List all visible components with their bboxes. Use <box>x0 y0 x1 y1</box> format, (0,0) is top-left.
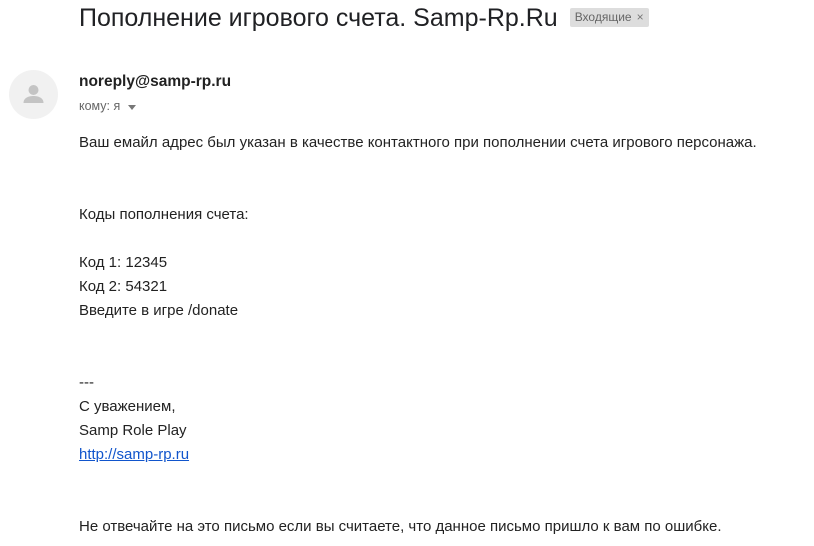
details-dropdown-icon[interactable] <box>128 104 137 110</box>
body-code-1: Код 1: 12345 <box>79 254 168 271</box>
body-separator: --- <box>79 374 94 391</box>
recipient-line: кому: я <box>79 99 137 113</box>
sender-avatar <box>9 70 58 119</box>
person-icon <box>23 85 44 103</box>
body-code-2: Код 2: 54321 <box>79 278 168 295</box>
recipient-text: кому: я <box>79 99 121 113</box>
inbox-label-text: Входящие <box>574 10 632 24</box>
remove-label-icon[interactable]: × <box>637 10 644 24</box>
body-signature: Samp Role Play <box>79 422 187 439</box>
body-instruction: Введите в игре /donate <box>79 302 239 319</box>
body-regards: С уважением, <box>79 398 176 415</box>
body-link-row: http://samp-rp.ru <box>79 445 189 465</box>
email-view: Пополнение игрового счета. Samp-Rp.Ru Вх… <box>0 0 814 546</box>
subject-row: Пополнение игрового счета. Samp-Rp.Ru Вх… <box>79 2 649 34</box>
body-footer: Не отвечайте на это письмо если вы счита… <box>79 518 722 535</box>
body-intro: Ваш емайл адрес был указан в качестве ко… <box>79 134 757 151</box>
sender-address[interactable]: noreply@samp-rp.ru <box>79 73 231 91</box>
email-subject: Пополнение игрового счета. Samp-Rp.Ru <box>79 4 558 32</box>
website-link[interactable]: http://samp-rp.ru <box>79 446 189 463</box>
inbox-label-chip[interactable]: Входящие × <box>569 7 649 27</box>
body-codes-header: Коды пополнения счета: <box>79 206 249 223</box>
